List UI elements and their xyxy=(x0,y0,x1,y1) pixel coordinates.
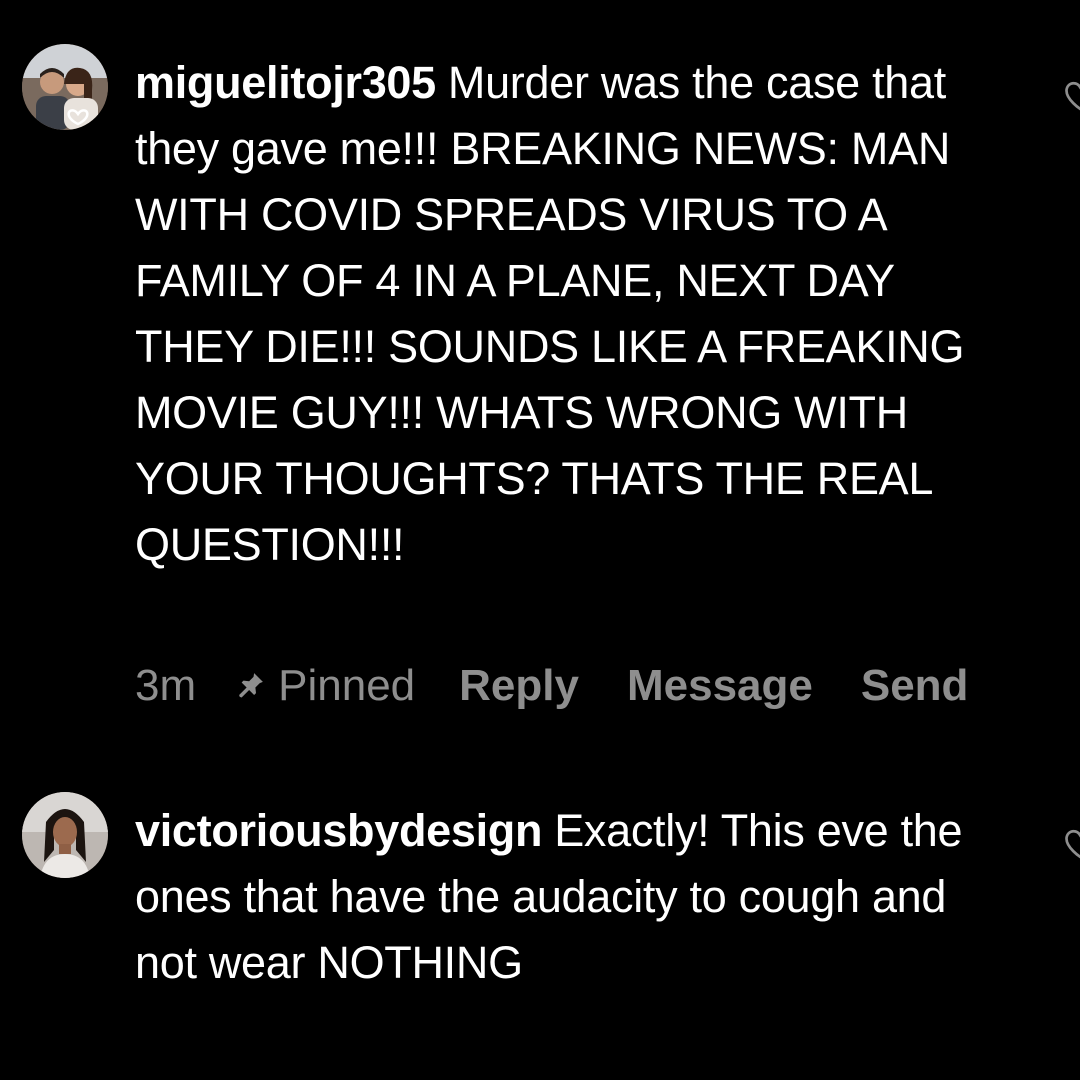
comment-username[interactable]: victoriousbydesign xyxy=(135,805,542,856)
avatar[interactable] xyxy=(22,44,108,130)
send-button[interactable]: Send xyxy=(861,661,969,711)
comment-meta-row: 3m Pinned Reply Message Send xyxy=(135,658,1016,714)
pinned-badge: Pinned xyxy=(236,661,415,711)
avatar[interactable] xyxy=(22,792,108,878)
heart-outline-icon[interactable] xyxy=(1062,826,1080,862)
reply-button[interactable]: Reply xyxy=(459,661,579,711)
pin-icon xyxy=(236,661,266,711)
message-button[interactable]: Message xyxy=(627,661,813,711)
comment-username[interactable]: miguelitojr305 xyxy=(135,57,436,108)
comment-text-block: miguelitojr305 Murder was the case that t… xyxy=(135,50,1015,578)
avatar-photo xyxy=(22,792,108,878)
heart-outline-icon[interactable] xyxy=(1062,78,1080,114)
avatar-photo xyxy=(22,44,108,130)
pinned-label: Pinned xyxy=(278,661,416,710)
comment-timestamp: 3m xyxy=(135,661,197,710)
comment-text: Murder was the case that they gave me!!!… xyxy=(135,57,965,570)
comment-text-block: victoriousbydesign Exactly! This eve the … xyxy=(135,798,1015,996)
